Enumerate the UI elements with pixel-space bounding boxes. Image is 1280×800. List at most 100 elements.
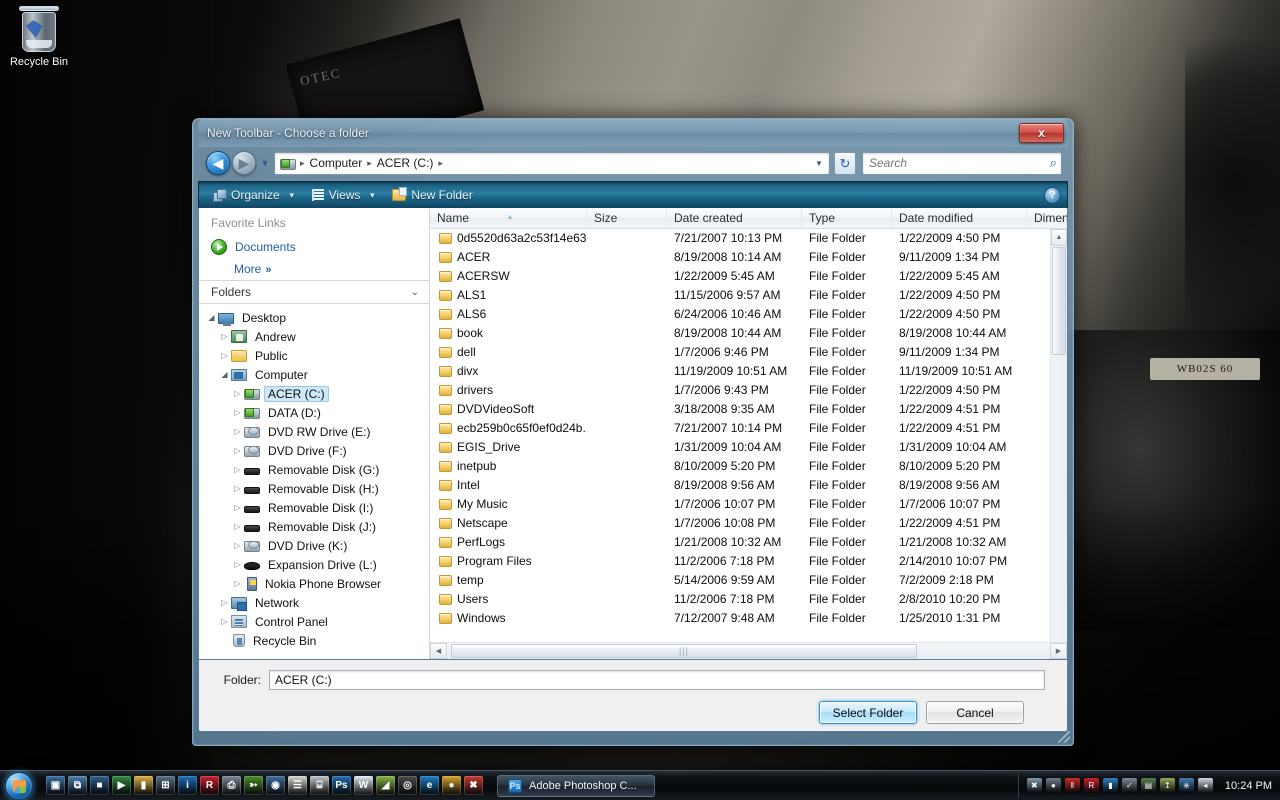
- tree-item-data-d[interactable]: ▷ DATA (D:): [199, 403, 429, 422]
- tree-item-acer-c[interactable]: ▷ ACER (C:): [199, 384, 429, 403]
- organize-button[interactable]: Organize ▼: [205, 184, 304, 207]
- file-row[interactable]: EGIS_Drive 1/31/2009 10:04 AM File Folder 1…: [430, 438, 1067, 457]
- more-links-button[interactable]: More»: [199, 258, 429, 280]
- tree-item-network[interactable]: ▷ Network: [199, 593, 429, 612]
- breadcrumb-separator-0[interactable]: ▸: [298, 158, 307, 169]
- views-button[interactable]: Views ▼: [304, 184, 385, 207]
- taskbar-button-photoshop[interactable]: Ps Adobe Photoshop C...: [497, 774, 655, 797]
- desktop-icon-recycle-bin[interactable]: Recycle Bin: [8, 6, 70, 69]
- tree-item-dvd-drive-f[interactable]: ▷ DVD Drive (F:): [199, 441, 429, 460]
- vertical-scrollbar[interactable]: ▲: [1050, 229, 1067, 642]
- info-icon[interactable]: i: [178, 776, 197, 795]
- tree-item-public[interactable]: ▷ Public: [199, 346, 429, 365]
- file-row[interactable]: dell 1/7/2006 9:46 PM File Folder 9/11/2009…: [430, 343, 1067, 362]
- tree-item-nokia-phone-browser[interactable]: ▷ Nokia Phone Browser: [199, 574, 429, 593]
- chevron-collapsed-icon[interactable]: ▷: [231, 465, 244, 474]
- breadcrumb-computer[interactable]: Computer: [307, 153, 366, 174]
- column-header-type[interactable]: Type: [802, 208, 892, 228]
- chevron-collapsed-icon[interactable]: ▷: [231, 408, 244, 417]
- search-box[interactable]: ⌕: [862, 151, 1062, 175]
- file-row[interactable]: Users 11/2/2006 7:18 PM File Folder 2/8/201…: [430, 590, 1067, 609]
- tree-item-removable-disk-j[interactable]: ▷ Removable Disk (J:): [199, 517, 429, 536]
- spreadsheet-icon[interactable]: ⌸: [310, 776, 329, 795]
- scroll-right-button[interactable]: ▶: [1050, 643, 1067, 659]
- bars-icon[interactable]: ‖: [1064, 778, 1080, 793]
- chevron-collapsed-icon[interactable]: ▷: [231, 389, 244, 398]
- tree-item-removable-disk-h[interactable]: ▷ Removable Disk (H:): [199, 479, 429, 498]
- file-row[interactable]: drivers 1/7/2006 9:43 PM File Folder 1/22/2…: [430, 381, 1067, 400]
- switch-windows-icon[interactable]: ⧉: [68, 776, 87, 795]
- file-row[interactable]: ALS6 6/24/2006 10:46 AM File Folder 1/22/20…: [430, 305, 1067, 324]
- column-header-name[interactable]: Name ▴: [430, 208, 587, 228]
- file-row[interactable]: temp 5/14/2006 9:59 AM File Folder 7/2/2009…: [430, 571, 1067, 590]
- show-desktop-icon[interactable]: ▣: [46, 776, 65, 795]
- file-row[interactable]: My Music 1/7/2006 10:07 PM File Folder 1/7/…: [430, 495, 1067, 514]
- chevron-expanded-icon[interactable]: ◢: [218, 370, 231, 379]
- shield-ok-icon[interactable]: ✓: [1121, 778, 1137, 793]
- back-button[interactable]: ◀: [206, 151, 230, 175]
- tree-item-andrew[interactable]: ▷ Andrew: [199, 327, 429, 346]
- file-row[interactable]: book 8/19/2008 10:44 AM File Folder 8/19/20…: [430, 324, 1067, 343]
- media-player-icon[interactable]: ▶: [112, 776, 131, 795]
- address-dropdown-icon[interactable]: ▼: [811, 153, 827, 174]
- file-row[interactable]: ACERSW 1/22/2009 5:45 AM File Folder 1/22/2…: [430, 267, 1067, 286]
- breadcrumb-separator-1[interactable]: ▸: [365, 158, 374, 169]
- chevron-collapsed-icon[interactable]: ▷: [231, 579, 244, 588]
- scroll-left-button[interactable]: ◀: [430, 643, 447, 659]
- horizontal-scroll-track[interactable]: |||: [447, 643, 1050, 659]
- help-button[interactable]: ?: [1044, 186, 1061, 204]
- camera-icon[interactable]: ◎: [398, 776, 417, 795]
- chevron-collapsed-icon[interactable]: ▷: [231, 503, 244, 512]
- messenger-icon[interactable]: ●: [1045, 778, 1061, 793]
- tree-item-removable-disk-i[interactable]: ▷ Removable Disk (I:): [199, 498, 429, 517]
- search-input[interactable]: [869, 156, 1050, 170]
- clock[interactable]: 10:24 PM: [1219, 780, 1280, 792]
- chevron-collapsed-icon[interactable]: ▷: [231, 446, 244, 455]
- refresh-button[interactable]: ↻: [834, 151, 856, 175]
- tree-item-dvd-drive-k[interactable]: ▷ DVD Drive (K:): [199, 536, 429, 555]
- close-button[interactable]: x: [1019, 123, 1064, 143]
- folder-icon[interactable]: ▮: [134, 776, 153, 795]
- select-folder-button[interactable]: Select Folder: [819, 701, 917, 724]
- resize-grip[interactable]: [1058, 731, 1070, 743]
- file-row[interactable]: ALS1 11/15/2006 9:57 AM File Folder 1/22/20…: [430, 286, 1067, 305]
- chevron-collapsed-icon[interactable]: ▷: [231, 427, 244, 436]
- address-bar[interactable]: ▸ Computer ▸ ACER (C:) ▸ ▼: [274, 151, 830, 175]
- file-row[interactable]: ACER 8/19/2008 10:14 AM File Folder 9/11/20…: [430, 248, 1067, 267]
- network-error-icon[interactable]: ✖: [1026, 778, 1042, 793]
- file-row[interactable]: 0d5520d63a2c53f14e63... 7/21/2007 10:13 P…: [430, 229, 1067, 248]
- new-folder-button[interactable]: New Folder: [384, 184, 480, 207]
- nero-icon[interactable]: ➳: [244, 776, 263, 795]
- file-row[interactable]: DVDVideoSoft 3/18/2008 9:35 AM File Folder…: [430, 400, 1067, 419]
- chevron-collapsed-icon[interactable]: ▷: [231, 484, 244, 493]
- breadcrumb-acer-c[interactable]: ACER (C:): [374, 153, 437, 174]
- breadcrumb-separator-2[interactable]: ▸: [436, 158, 445, 169]
- safely-remove-icon[interactable]: ↥: [1159, 778, 1175, 793]
- tree-item-computer[interactable]: ◢ Computer: [199, 365, 429, 384]
- column-header-date-modified[interactable]: Date modified: [892, 208, 1027, 228]
- avira-icon[interactable]: R: [200, 776, 219, 795]
- calculator-icon[interactable]: ⊞: [156, 776, 175, 795]
- photoshop-icon[interactable]: Ps: [332, 776, 351, 795]
- battery-app-icon[interactable]: ▮: [1102, 778, 1118, 793]
- chrome-icon[interactable]: ●: [442, 776, 461, 795]
- horizontal-scroll-thumb[interactable]: |||: [451, 644, 917, 658]
- chevron-collapsed-icon[interactable]: ▷: [218, 332, 231, 341]
- cancel-button[interactable]: Cancel: [926, 701, 1024, 724]
- start-button[interactable]: [0, 771, 38, 800]
- kaspersky-icon[interactable]: ✖: [464, 776, 483, 795]
- column-header-size[interactable]: Size: [587, 208, 667, 228]
- history-dropdown-button[interactable]: ▼: [258, 158, 272, 168]
- scroll-up-button[interactable]: ▲: [1051, 229, 1067, 246]
- chevron-collapsed-icon[interactable]: ▷: [218, 351, 231, 360]
- printer-icon[interactable]: ⎙: [222, 776, 241, 795]
- file-row[interactable]: divx 11/19/2009 10:51 AM File Folder 11/19/…: [430, 362, 1067, 381]
- chevron-collapsed-icon[interactable]: ▷: [218, 598, 231, 607]
- tree-item-desktop[interactable]: ◢ Desktop: [199, 308, 429, 327]
- column-header-date-created[interactable]: Date created: [667, 208, 802, 228]
- chevron-collapsed-icon[interactable]: ▷: [231, 560, 244, 569]
- forward-button[interactable]: ▶: [232, 151, 256, 175]
- avira-tray-icon[interactable]: R: [1083, 778, 1099, 793]
- vertical-scroll-thumb[interactable]: [1052, 247, 1066, 355]
- picasa-icon[interactable]: ◢: [376, 776, 395, 795]
